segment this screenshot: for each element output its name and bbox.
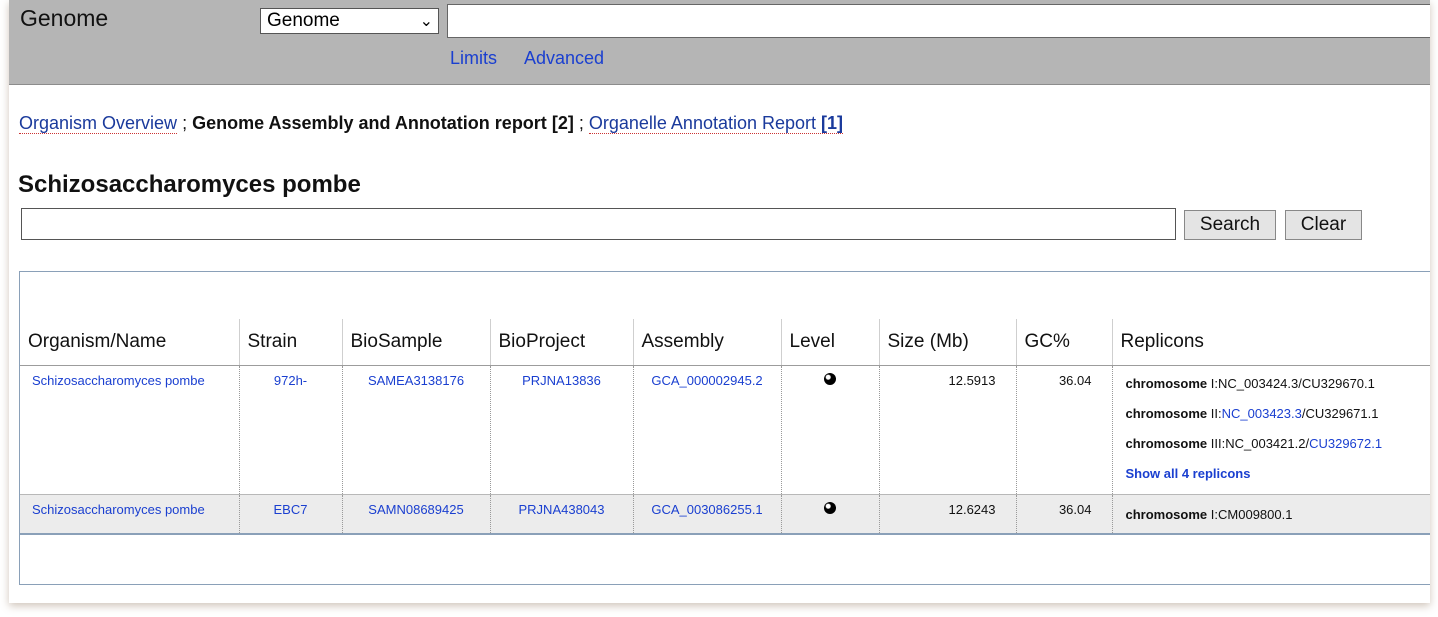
biosample-cell: SAMN08689425 — [342, 494, 491, 535]
replicon-item: chromosome II:NC_003423.3/CU329671.1 — [1125, 405, 1379, 421]
advanced-link[interactable]: Advanced — [524, 48, 604, 69]
table-row: Schizosaccharomyces pombe 972h- SAMEA313… — [20, 365, 1431, 495]
replicon-name: III — [1210, 435, 1222, 451]
column-header-gc[interactable]: GC% — [1016, 319, 1113, 366]
replicon-item: chromosome III:NC_003421.2/CU329672.1 — [1125, 435, 1383, 451]
assembly-link[interactable]: GCA_003086255.1 — [651, 502, 762, 517]
replicon-refseq: NC_003424.3 — [1218, 375, 1299, 391]
replicon-kind: chromosome — [1125, 405, 1208, 421]
replicon-genbank: CU329670.1 — [1301, 375, 1375, 391]
replicons-cell: chromosome I:NC_003424.3/CU329670.1 chro… — [1112, 365, 1431, 495]
complete-genome-icon — [824, 501, 836, 514]
filter-input[interactable] — [21, 208, 1176, 240]
strain-cell: EBC7 — [239, 494, 343, 535]
organism-link[interactable]: Schizosaccharomyces pombe — [32, 502, 205, 517]
clear-button[interactable]: Clear — [1285, 210, 1362, 240]
level-cell — [781, 365, 880, 495]
assembly-cell: GCA_000002945.2 — [633, 365, 782, 495]
database-select[interactable]: Genome ⌄ — [260, 8, 439, 34]
limits-link[interactable]: Limits — [450, 48, 497, 69]
bioproject-cell: PRJNA13836 — [490, 365, 634, 495]
column-header-size[interactable]: Size (Mb) — [879, 319, 1017, 366]
column-header-bioproject[interactable]: BioProject — [490, 319, 634, 366]
organism-link[interactable]: Schizosaccharomyces pombe — [32, 373, 205, 388]
replicon-refseq-link[interactable]: NC_003423.3 — [1222, 406, 1302, 421]
biosample-cell: SAMEA3138176 — [342, 365, 491, 495]
search-input[interactable] — [447, 4, 1430, 38]
column-header-assembly[interactable]: Assembly — [633, 319, 782, 366]
tab-organelle-report[interactable]: Organelle Annotation Report [1] — [588, 113, 844, 134]
gc-value: 36.04 — [1016, 494, 1113, 535]
organism-cell: Schizosaccharomyces pombe — [20, 494, 240, 535]
replicon-name: II — [1210, 405, 1218, 421]
tab-organism-overview[interactable]: Organism Overview — [19, 113, 178, 134]
tab-genome-assembly-report: Genome Assembly and Annotation report — [192, 113, 547, 133]
biosample-link[interactable]: SAMEA3138176 — [368, 373, 464, 388]
replicon-genbank: CM009800.1 — [1218, 506, 1293, 522]
column-header-replicons[interactable]: Replicons — [1112, 319, 1430, 366]
results-panel: Organism/Name Strain BioSample BioProjec… — [19, 271, 1430, 585]
replicon-name: I — [1210, 506, 1215, 522]
replicons-cell: chromosome I:CM009800.1 — [1112, 494, 1430, 535]
assembly-cell: GCA_003086255.1 — [633, 494, 782, 535]
table-header-row: Organism/Name Strain BioSample BioProjec… — [20, 319, 1430, 366]
bioproject-link[interactable]: PRJNA438043 — [519, 502, 605, 517]
page-title: Schizosaccharomyces pombe — [18, 171, 361, 198]
tab-separator: ; — [182, 113, 188, 133]
tab-organelle-report-label: Organelle Annotation Report — [588, 113, 817, 133]
column-header-biosample[interactable]: BioSample — [342, 319, 491, 366]
bioproject-link[interactable]: PRJNA13836 — [522, 373, 601, 388]
show-all-replicons-link[interactable]: Show all 4 replicons — [1126, 466, 1251, 481]
database-select-value: Genome — [267, 10, 340, 31]
replicon-genbank: CU329671.1 — [1305, 405, 1379, 421]
strain-link[interactable]: 972h- — [274, 373, 307, 388]
replicon-name: I — [1210, 375, 1215, 391]
replicon-kind: chromosome — [1125, 435, 1208, 451]
size-value: 12.6243 — [879, 494, 1017, 535]
column-header-strain[interactable]: Strain — [239, 319, 343, 366]
search-button[interactable]: Search — [1184, 210, 1276, 240]
biosample-link[interactable]: SAMN08689425 — [368, 502, 463, 517]
report-tabs: Organism Overview ; Genome Assembly and … — [19, 113, 844, 134]
database-title: Genome — [20, 5, 109, 31]
column-header-level[interactable]: Level — [781, 319, 880, 366]
organism-cell: Schizosaccharomyces pombe — [20, 365, 240, 495]
complete-genome-icon — [824, 372, 836, 385]
table-row: Schizosaccharomyces pombe EBC7 SAMN08689… — [20, 494, 1430, 535]
show-all-replicons: Show all 4 replicons — [1114, 459, 1431, 489]
replicon-item: chromosome I:CM009800.1 — [1125, 506, 1293, 522]
page-sheet: Genome Genome ⌄ Limits Advanced Organism… — [9, 0, 1430, 603]
assembly-link[interactable]: GCA_000002945.2 — [651, 373, 762, 388]
chevron-down-icon: ⌄ — [419, 13, 433, 30]
replicon-genbank-link[interactable]: CU329672.1 — [1309, 436, 1382, 451]
size-value: 12.5913 — [879, 365, 1017, 495]
level-cell — [781, 494, 880, 535]
strain-link[interactable]: EBC7 — [274, 502, 308, 517]
replicon-item: chromosome I:NC_003424.3/CU329670.1 — [1125, 375, 1375, 391]
replicon-kind: chromosome — [1125, 506, 1208, 522]
replicon-kind: chromosome — [1125, 375, 1208, 391]
gc-value: 36.04 — [1016, 365, 1113, 495]
column-header-organism[interactable]: Organism/Name — [20, 319, 240, 366]
tab-genome-assembly-count: [2] — [551, 113, 574, 133]
assembly-table: Organism/Name Strain BioSample BioProjec… — [20, 319, 1430, 535]
tab-separator: ; — [578, 113, 584, 133]
strain-cell: 972h- — [239, 365, 343, 495]
tab-organelle-count: [1] — [821, 113, 844, 133]
bioproject-cell: PRJNA438043 — [490, 494, 634, 535]
replicon-refseq: NC_003421.2 — [1225, 435, 1306, 451]
search-header: Genome Genome ⌄ Limits Advanced — [9, 0, 1430, 85]
